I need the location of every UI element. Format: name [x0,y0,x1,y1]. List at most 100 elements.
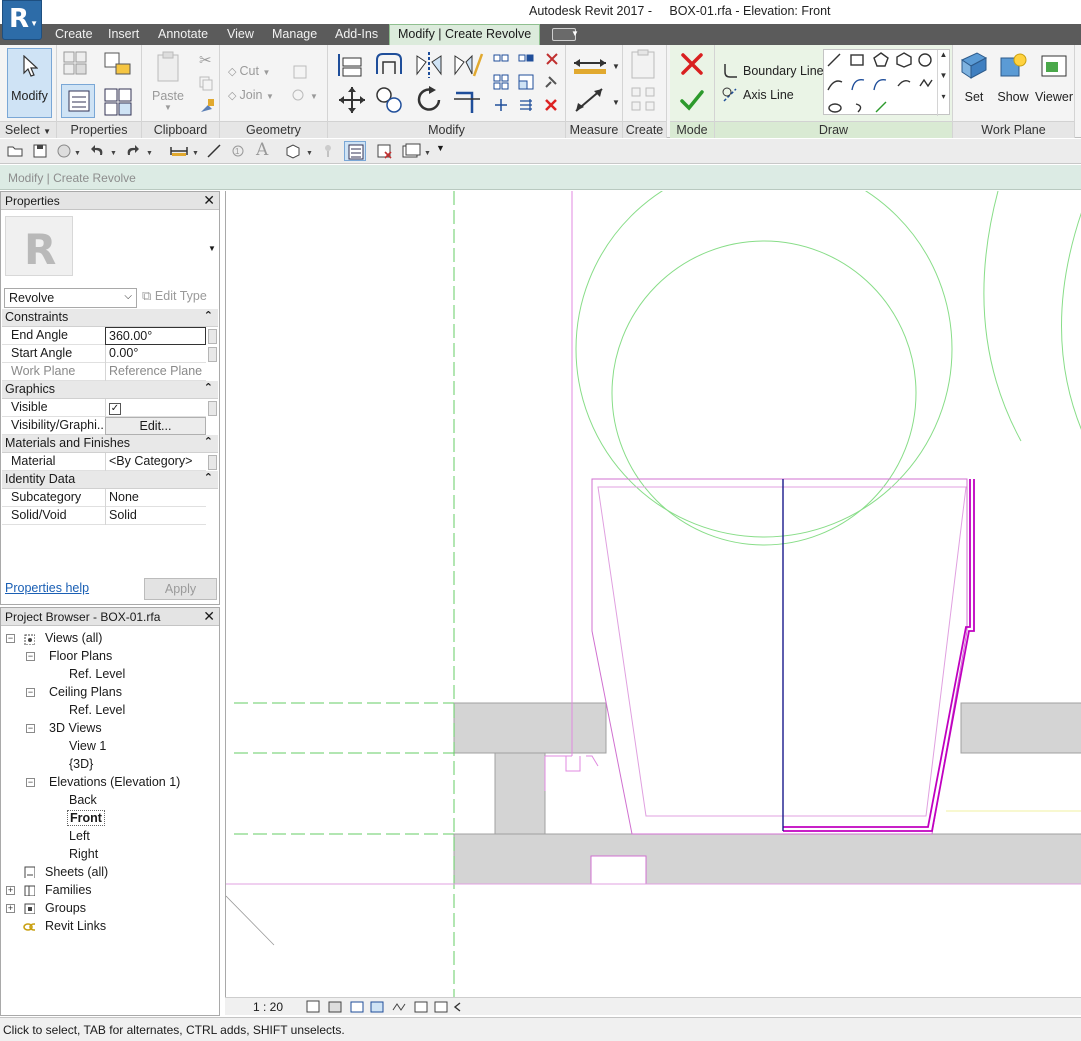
measure-between-icon[interactable]: ▼ [572,51,622,77]
end-angle-input[interactable]: 360.00° [105,327,206,345]
join-geometry-button[interactable]: ◇ Join ▼ [228,88,274,102]
delete-pin-icon[interactable] [543,50,561,68]
collapse-toggle[interactable]: − [26,724,35,733]
switch-windows-icon[interactable]: ▼ [402,143,432,159]
collapse-toggle[interactable]: − [6,634,15,643]
3d-view-icon[interactable]: ▼ [284,143,316,159]
family-types-icon[interactable] [62,50,88,76]
tree-elevations[interactable]: Elevations (Elevation 1) [49,775,180,789]
tab-manage[interactable]: Manage [272,27,317,41]
group-constraints[interactable]: Constraints ⌃ [2,309,218,327]
move-arrows-icon[interactable] [337,85,367,115]
aligned-dimension-icon[interactable] [206,143,224,159]
work-plane-viewer-button[interactable]: Viewer [1035,50,1073,110]
axis-line-button[interactable]: Axis Line [743,88,794,102]
properties-help-link[interactable]: Properties help [5,581,89,595]
tree-elevation-back[interactable]: Back [69,793,97,807]
text-icon[interactable]: A [256,140,268,160]
trim-multiple-icon[interactable] [518,97,534,113]
tree-3d-default[interactable]: {3D} [69,757,93,771]
modify-tool-button[interactable]: Modify [7,48,52,118]
scrollbar-thumb[interactable] [208,347,217,362]
gallery-scroll[interactable]: ▲ ▼ ▾ [937,50,949,116]
crop-view-icon[interactable] [392,1003,406,1011]
tree-ceiling-plans[interactable]: Ceiling Plans [49,685,122,699]
expand-toggle[interactable]: + [6,886,15,895]
group-materials[interactable]: Materials and Finishes ⌃ [2,435,218,453]
tree-revit-links[interactable]: Revit Links [45,919,106,933]
sun-path-icon[interactable] [350,1001,364,1013]
delete-icon[interactable] [543,97,559,113]
tab-annotate[interactable]: Annotate [158,27,208,41]
move-icon[interactable] [493,51,509,67]
view-scale[interactable]: 1 : 20 [253,1000,283,1014]
visual-style-icon[interactable] [328,1001,342,1013]
expand-toggle[interactable]: + [6,904,15,913]
draw-shape-icons[interactable] [824,50,939,116]
properties-toggle-button[interactable] [61,84,95,118]
save-icon[interactable] [32,143,48,159]
split-element-icon[interactable] [493,97,509,113]
scrollbar-thumb[interactable] [208,329,217,344]
chevron-down-icon[interactable]: ▼ [208,244,216,253]
cut-icon[interactable]: ✂ [199,51,212,69]
tree-groups[interactable]: Groups [45,901,86,915]
start-angle-input[interactable]: 0.00° [105,345,206,363]
tab-view[interactable]: View [227,27,254,41]
measure-qat-icon[interactable]: ▼ [170,143,200,159]
collapse-toggle[interactable]: − [26,688,35,697]
collapse-toggle[interactable]: − [26,652,35,661]
chevron-down-icon[interactable]: ▼ [571,29,579,38]
application-menu-button[interactable]: R ▼ [2,0,42,40]
trim-extend-icon[interactable] [452,85,484,115]
subcategory-value[interactable]: None [105,489,206,507]
shadows-icon[interactable] [370,1001,384,1013]
tab-add-ins[interactable]: Add-Ins [335,27,378,41]
panel-label-select[interactable]: Select ▼ [0,121,56,138]
tab-modify-create-revolve[interactable]: Modify | Create Revolve [389,24,541,45]
sync-icon[interactable]: ▼ [56,143,82,159]
rotate-icon[interactable] [414,85,444,115]
measure-along-icon[interactable]: ▼ [572,85,622,115]
show-crop-icon[interactable] [414,1001,428,1013]
tree-view-1[interactable]: View 1 [69,739,106,753]
show-work-plane-button[interactable]: Show [995,50,1031,110]
temporary-hide-icon[interactable] [434,1001,448,1013]
type-selector[interactable]: Revolve ⌵ [4,288,137,308]
tree-floor-plans[interactable]: Floor Plans [49,649,112,663]
close-icon[interactable]: ✕ [203,608,215,625]
mirror-draw-axis-icon[interactable] [452,50,484,80]
detail-level-icon[interactable] [306,1000,320,1013]
copy-circles-icon[interactable] [374,85,404,115]
thin-lines-toggle[interactable] [344,141,366,161]
mirror-pick-axis-icon[interactable] [414,50,444,80]
split-face-icon[interactable] [292,64,308,80]
finish-edit-mode-icon[interactable] [679,87,705,113]
tree-elevation-left[interactable]: Left [69,829,90,843]
collapse-toggle[interactable]: − [26,778,35,787]
chevron-left-icon[interactable] [453,1002,461,1012]
align-icon[interactable] [335,50,365,80]
create-group-icon[interactable] [629,85,661,117]
wall-joins-icon[interactable]: ▼ [292,87,322,103]
tab-insert[interactable]: Insert [108,27,139,41]
tree-3d-views[interactable]: 3D Views [49,721,102,735]
close-hidden-windows-icon[interactable] [376,143,394,159]
array-icon[interactable] [493,74,509,90]
tree-ceiling-plan-ref-level[interactable]: Ref. Level [69,703,125,717]
apply-button[interactable]: Apply [144,578,217,600]
offset-icon[interactable] [373,50,405,80]
solid-void-value[interactable]: Solid [105,507,206,525]
pin-icon[interactable] [543,74,559,90]
tree-views-all[interactable]: Views (all) [45,631,102,645]
scrollbar-thumb[interactable] [208,455,217,470]
customize-qat-icon[interactable]: ▼ [436,143,445,159]
scrollbar-thumb[interactable] [208,401,217,416]
paste-button[interactable]: Paste ▼ [150,49,186,119]
cut-geometry-button[interactable]: ◇ Cut ▼ [228,64,270,78]
copy-icon[interactable] [198,75,214,91]
close-icon[interactable]: ✕ [203,192,215,209]
scale-icon[interactable] [518,74,534,90]
section-icon[interactable] [320,143,336,159]
tag-icon[interactable]: 1 [230,143,248,159]
